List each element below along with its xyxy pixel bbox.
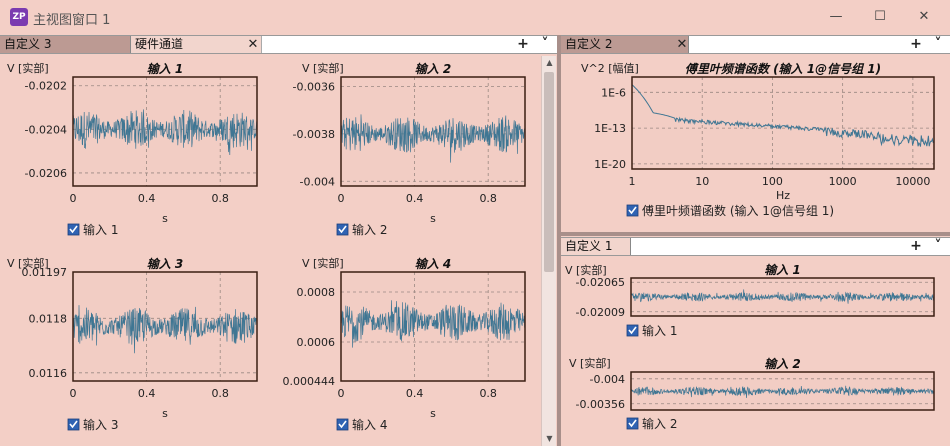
- chart-title: 输入 3: [147, 257, 184, 271]
- charts-layer: 输入 1V [实部]-0.0202-0.0204-0.02060 0.4 0.8s输…: [7, 61, 935, 432]
- x-axis-label: s: [162, 407, 168, 420]
- y-tick-label: 0.0008: [297, 286, 336, 299]
- y-tick-label: -0.004: [300, 175, 335, 188]
- x-tick-label: 0: [70, 387, 77, 400]
- legend-label: 输入 1: [642, 323, 677, 338]
- legend-label: 输入 2: [352, 222, 387, 237]
- chart-title: 输入 1: [147, 62, 184, 76]
- chart-title: 输入 2: [415, 62, 452, 76]
- y-tick-label: 1E-13: [594, 122, 626, 135]
- x-tick-label: 0.4: [138, 387, 156, 400]
- x-tick-label: 0.4: [406, 192, 424, 205]
- y-axis-label: V [实部]: [302, 256, 344, 270]
- chart-title: 输入 4: [415, 257, 452, 271]
- legend-label: 输入 2: [642, 416, 677, 431]
- chart-title: 傅里叶频谱函数 (输入 1@信号组 1): [685, 62, 881, 76]
- y-axis-label: V [实部]: [565, 263, 607, 277]
- y-tick-label: 0.01197: [22, 266, 68, 279]
- plot-area: [73, 77, 257, 186]
- x-tick-label: 0.8: [479, 192, 497, 205]
- y-tick-label: 1E-20: [594, 158, 626, 171]
- x-tick-label: 0.8: [479, 387, 497, 400]
- legend-label: 输入 4: [352, 417, 387, 432]
- x-tick-label: 0.4: [138, 192, 156, 205]
- y-axis-label: V [实部]: [569, 356, 611, 370]
- x-axis-label: s: [162, 212, 168, 225]
- plot-area: [73, 272, 257, 381]
- y-tick-label: -0.00356: [576, 398, 625, 411]
- y-tick-label: -0.0038: [293, 128, 335, 141]
- legend-label: 傅里叶频谱函数 (输入 1@信号组 1): [642, 203, 834, 218]
- x-tick-label: 10000: [895, 175, 930, 188]
- x-tick-label: 0: [70, 192, 77, 205]
- y-axis-label: V [实部]: [7, 61, 49, 75]
- y-axis-label: V^2 [幅值]: [581, 62, 639, 75]
- x-axis-label: s: [430, 212, 436, 225]
- x-axis-label: s: [430, 407, 436, 420]
- x-tick-label: 0.8: [211, 192, 229, 205]
- x-tick-label: 0: [338, 387, 345, 400]
- chart-title: 输入 2: [764, 357, 801, 371]
- y-tick-label: -0.02009: [576, 306, 625, 319]
- y-tick-label: 1E-6: [601, 86, 626, 99]
- y-tick-label: 0.0006: [297, 336, 336, 349]
- y-tick-label: 0.0116: [29, 367, 68, 380]
- y-axis-label: V [实部]: [302, 61, 344, 75]
- x-tick-label: 10: [695, 175, 709, 188]
- plot-area: [632, 77, 934, 169]
- x-tick-label: 1000: [829, 175, 857, 188]
- y-tick-label: -0.0206: [25, 167, 67, 180]
- x-tick-label: 0: [338, 192, 345, 205]
- y-tick-label: -0.0204: [25, 123, 67, 136]
- plot-area: [341, 272, 525, 381]
- x-axis-label: Hz: [776, 189, 790, 202]
- y-tick-label: -0.004: [590, 373, 625, 386]
- y-tick-label: 0.0118: [29, 312, 68, 325]
- x-tick-label: 0.4: [406, 387, 424, 400]
- x-tick-label: 1: [629, 175, 636, 188]
- y-tick-label: -0.02065: [576, 276, 625, 289]
- x-tick-label: 0.8: [211, 387, 229, 400]
- y-tick-label: 0.000444: [283, 375, 336, 388]
- y-tick-label: -0.0036: [293, 80, 335, 93]
- legend-label: 输入 3: [83, 417, 118, 432]
- legend-label: 输入 1: [83, 222, 118, 237]
- y-tick-label: -0.0202: [25, 80, 67, 93]
- x-tick-label: 100: [762, 175, 783, 188]
- chart-title: 输入 1: [764, 263, 801, 277]
